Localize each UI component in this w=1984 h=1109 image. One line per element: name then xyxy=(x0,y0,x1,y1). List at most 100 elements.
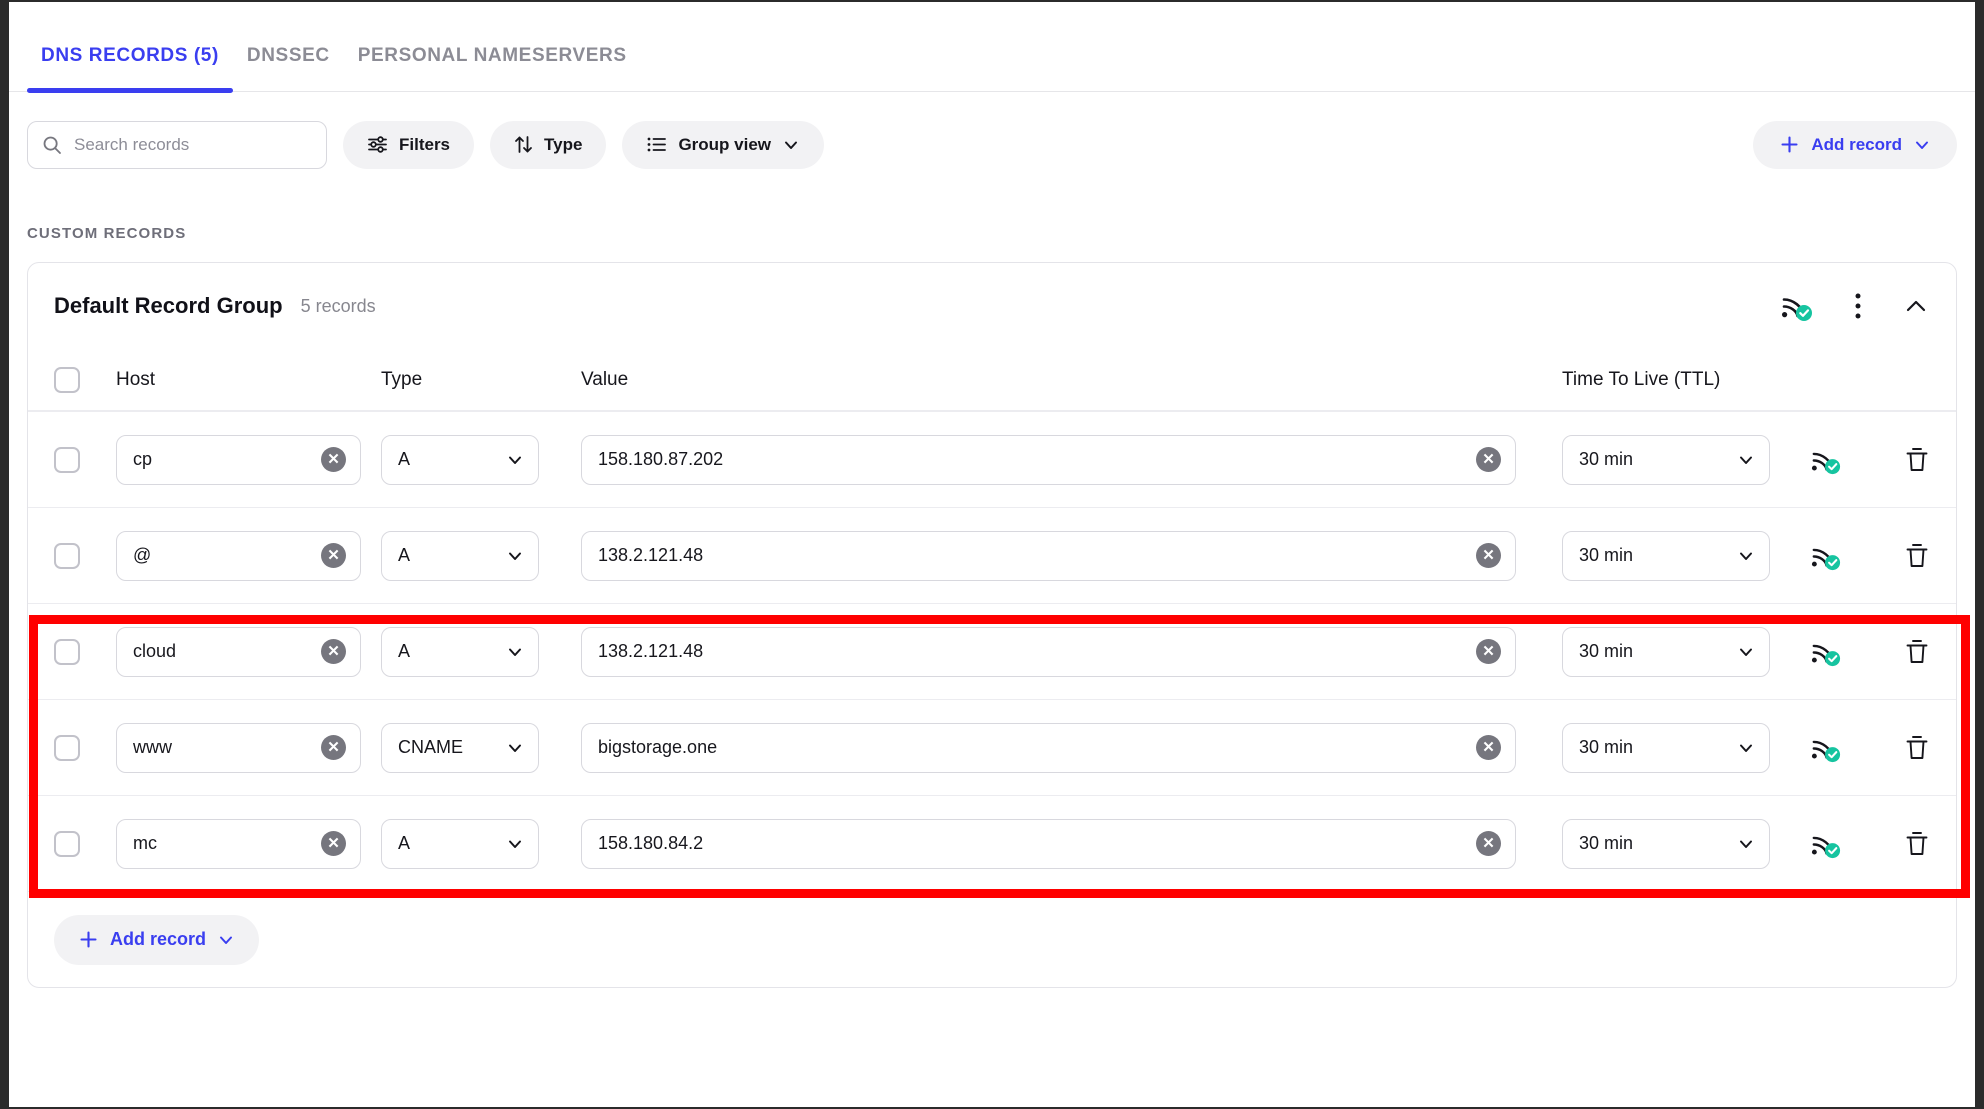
group-view-button[interactable]: Group view xyxy=(622,120,825,169)
type-cell: A xyxy=(381,818,581,869)
row-actions xyxy=(1790,445,1930,475)
list-icon xyxy=(646,134,667,155)
table-header-row: Host Type Value Time To Live (TTL) xyxy=(28,349,1956,411)
delete-record-icon[interactable] xyxy=(1904,830,1930,858)
row-checkbox[interactable] xyxy=(54,830,80,857)
table-row: cp ✕ A 158.180.87.202 ✕ 30 min xyxy=(28,411,1956,507)
host-input[interactable]: www ✕ xyxy=(116,722,361,773)
column-header-type: Type xyxy=(381,368,423,390)
value-input[interactable]: 138.2.121.48 ✕ xyxy=(581,530,1516,581)
search-icon xyxy=(42,135,62,155)
add-record-button-bottom[interactable]: Add record xyxy=(54,914,260,965)
dns-propagated-status-icon[interactable] xyxy=(1810,445,1842,475)
record-value: 138.2.121.48 xyxy=(598,641,704,661)
record-group-count: 5 records xyxy=(300,295,376,316)
clear-value-icon[interactable]: ✕ xyxy=(1476,639,1501,664)
delete-record-icon[interactable] xyxy=(1904,734,1930,762)
row-select-cell xyxy=(54,638,116,665)
type-select[interactable]: A xyxy=(381,818,539,869)
tab-personal-nameservers[interactable]: PERSONAL NAMESERVERS xyxy=(344,45,641,91)
row-checkbox[interactable] xyxy=(54,446,80,473)
add-record-label: Add record xyxy=(110,929,207,949)
record-value: 138.2.121.48 xyxy=(598,545,704,565)
ttl-select[interactable]: 30 min xyxy=(1562,818,1770,869)
ttl-value: 30 min xyxy=(1579,545,1634,565)
host-input[interactable]: cp ✕ xyxy=(116,434,361,485)
dns-propagated-status-icon[interactable] xyxy=(1810,541,1842,571)
row-actions xyxy=(1790,733,1930,763)
row-checkbox[interactable] xyxy=(54,542,80,569)
dns-propagated-status-icon[interactable] xyxy=(1810,637,1842,667)
record-group-card: Default Record Group 5 records Host Type… xyxy=(27,262,1957,988)
delete-record-icon[interactable] xyxy=(1904,542,1930,570)
chevron-down-icon xyxy=(506,835,524,853)
type-select[interactable]: A xyxy=(381,530,539,581)
chevron-down-icon xyxy=(1737,451,1755,469)
more-options-icon[interactable] xyxy=(1854,291,1862,321)
host-cell: @ ✕ xyxy=(116,530,381,581)
value-input[interactable]: 158.180.84.2 ✕ xyxy=(581,818,1516,869)
row-select-cell xyxy=(54,830,116,857)
type-select[interactable]: A xyxy=(381,434,539,485)
value-input[interactable]: bigstorage.one ✕ xyxy=(581,722,1516,773)
tab-dnssec[interactable]: DNSSEC xyxy=(233,45,344,91)
type-value: A xyxy=(398,545,411,565)
tab-dns-records[interactable]: DNS RECORDS (5) xyxy=(27,45,233,93)
filters-label: Filters xyxy=(399,134,451,154)
plus-icon xyxy=(78,929,99,950)
clear-value-icon[interactable]: ✕ xyxy=(1476,543,1501,568)
select-all-checkbox[interactable] xyxy=(54,366,80,393)
type-cell: A xyxy=(381,626,581,677)
dns-propagated-status-icon[interactable] xyxy=(1810,829,1842,859)
column-header-value: Value xyxy=(581,368,629,390)
clear-host-icon[interactable]: ✕ xyxy=(321,831,346,856)
ttl-select[interactable]: 30 min xyxy=(1562,626,1770,677)
value-input[interactable]: 158.180.87.202 ✕ xyxy=(581,434,1516,485)
host-value: @ xyxy=(133,545,152,565)
custom-records-label: CUSTOM RECORDS xyxy=(27,225,187,242)
clear-value-icon[interactable]: ✕ xyxy=(1476,831,1501,856)
clear-value-icon[interactable]: ✕ xyxy=(1476,735,1501,760)
clear-host-icon[interactable]: ✕ xyxy=(321,447,346,472)
ttl-select[interactable]: 30 min xyxy=(1562,530,1770,581)
tab-bar: DNS RECORDS (5) DNSSEC PERSONAL NAMESERV… xyxy=(9,2,1975,93)
plus-icon xyxy=(1779,134,1800,155)
row-checkbox[interactable] xyxy=(54,734,80,761)
ttl-select[interactable]: 30 min xyxy=(1562,434,1770,485)
type-select[interactable]: CNAME xyxy=(381,722,539,773)
dns-propagated-status-icon[interactable] xyxy=(1780,290,1814,322)
add-record-button-top[interactable]: Add record xyxy=(1753,120,1957,169)
clear-host-icon[interactable]: ✕ xyxy=(321,735,346,760)
row-checkbox[interactable] xyxy=(54,638,80,665)
ttl-cell: 30 min xyxy=(1562,434,1790,485)
type-cell: A xyxy=(381,434,581,485)
record-group-header: Default Record Group 5 records xyxy=(28,263,1956,349)
host-input[interactable]: @ ✕ xyxy=(116,530,361,581)
type-select[interactable]: A xyxy=(381,626,539,677)
clear-host-icon[interactable]: ✕ xyxy=(321,639,346,664)
record-value: 158.180.84.2 xyxy=(598,833,704,853)
search-input[interactable]: Search records xyxy=(27,120,327,169)
ttl-value: 30 min xyxy=(1579,737,1634,757)
type-sort-button[interactable]: Type xyxy=(490,120,607,169)
value-input[interactable]: 138.2.121.48 ✕ xyxy=(581,626,1516,677)
collapse-chevron-up-icon[interactable] xyxy=(1902,292,1930,320)
filters-button[interactable]: Filters xyxy=(343,120,475,169)
dns-propagated-status-icon[interactable] xyxy=(1810,733,1842,763)
delete-record-icon[interactable] xyxy=(1904,446,1930,474)
clear-value-icon[interactable]: ✕ xyxy=(1476,447,1501,472)
clear-host-icon[interactable]: ✕ xyxy=(321,543,346,568)
host-value: cp xyxy=(133,449,153,469)
delete-record-icon[interactable] xyxy=(1904,638,1930,666)
host-input[interactable]: cloud ✕ xyxy=(116,626,361,677)
ttl-select[interactable]: 30 min xyxy=(1562,722,1770,773)
host-value: www xyxy=(133,737,172,757)
type-cell: CNAME xyxy=(381,722,581,773)
host-input[interactable]: mc ✕ xyxy=(116,818,361,869)
record-group-title: Default Record Group xyxy=(54,293,283,318)
type-label: Type xyxy=(544,134,583,154)
ttl-value: 30 min xyxy=(1579,449,1634,469)
chevron-down-icon xyxy=(506,643,524,661)
value-cell: 138.2.121.48 ✕ xyxy=(581,530,1562,581)
ttl-value: 30 min xyxy=(1579,641,1634,661)
